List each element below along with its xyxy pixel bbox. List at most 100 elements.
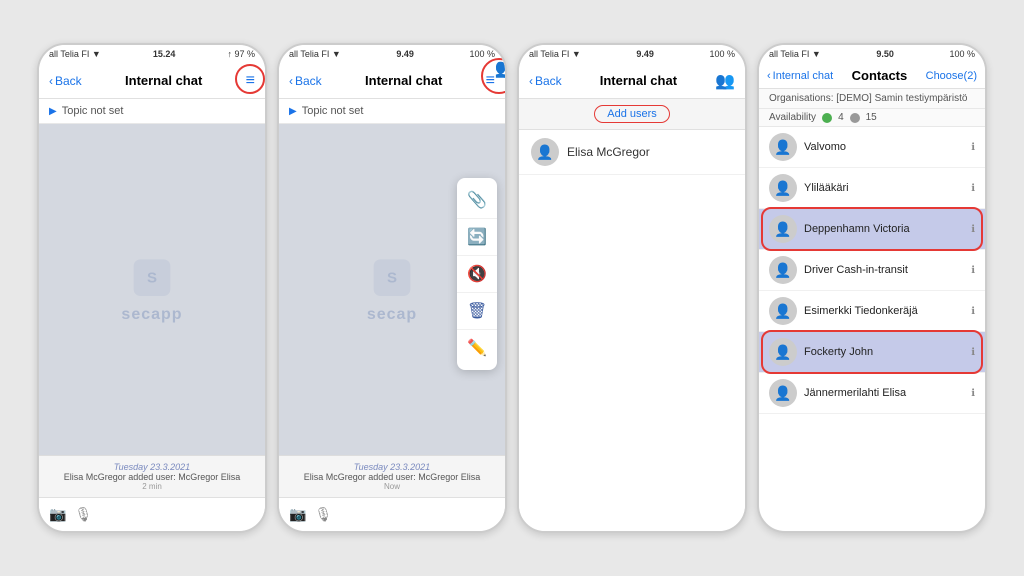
status-bar-4: all Telia FI ▼ 9.50 100 % (759, 45, 985, 63)
chevron-left-icon-1: ‹ (49, 74, 53, 88)
attachment-icon[interactable]: 📎 (457, 182, 497, 219)
secapp-text-1: secapp (121, 306, 182, 324)
topic-bar-1: ▶ Topic not set (39, 99, 265, 124)
refresh-icon[interactable]: 🔄 (457, 219, 497, 256)
group-icon-3[interactable]: 👥 (715, 71, 735, 91)
date-1: Tuesday 23.3.2021 (49, 462, 255, 472)
input-bar-1: 📷 🎙 (39, 497, 265, 531)
contact-fockerty[interactable]: 👤 Fockerty John ℹ (759, 332, 985, 373)
contact-name-driver: Driver Cash-in-transit (804, 264, 908, 276)
avatar-elisa: 👤 (531, 138, 559, 166)
nav-bar-3: ‹ Back Internal chat 👥 (519, 63, 745, 99)
contact-deppenhamn[interactable]: 👤 Deppenhamn Victoria ℹ (759, 209, 985, 250)
status-left-2: all Telia FI ▼ (289, 49, 341, 59)
avatar-esimerkki: 👤 (769, 297, 797, 325)
date-2: Tuesday 23.3.2021 (289, 462, 495, 472)
nav-bar-2: ‹ Back Internal chat ≡ 👥 (279, 63, 505, 99)
status-center-3: 9.49 (636, 49, 654, 59)
topic-arrow-2: ▶ (289, 106, 297, 117)
status-left-1: all Telia FI ▼ (49, 49, 101, 59)
status-bar-3: all Telia FI ▼ 9.49 100 % (519, 45, 745, 63)
info-icon-fockerty: ℹ (971, 347, 975, 358)
add-users-button-3[interactable]: Add users (594, 105, 670, 123)
status-center-1: 15.24 (153, 49, 176, 59)
contact-name-deppenhamn: Deppenhamn Victoria (804, 223, 910, 235)
phone-screen-2: all Telia FI ▼ 9.49 100 % ‹ Back Interna… (277, 43, 507, 533)
status-left-4: all Telia FI ▼ (769, 49, 821, 59)
status-right-4: 100 % (949, 49, 975, 59)
green-count-4: 4 (838, 112, 844, 123)
user-msg-1: Elisa McGregor added user: McGregor Elis… (49, 472, 255, 482)
contact-name-esimerkki: Esimerkki Tiedonkeräjä (804, 305, 918, 317)
back-button-4[interactable]: ‹ Internal chat (767, 70, 833, 82)
avatar-jännermerilahti: 👤 (769, 379, 797, 407)
chat-footer-2: Tuesday 23.3.2021 Elisa McGregor added u… (279, 455, 505, 497)
avatar-fockerty: 👤 (769, 338, 797, 366)
chevron-left-icon-3: ‹ (529, 74, 533, 88)
mute-icon[interactable]: 🔇 (457, 256, 497, 293)
add-users-header-3: Add users (519, 99, 745, 130)
org-name-4: [DEMO] Samin testiympäristö (836, 93, 967, 104)
info-icon-jännermerilahti: ℹ (971, 388, 975, 399)
back-label-2: Back (295, 74, 322, 88)
nav-title-3: Internal chat (600, 73, 677, 88)
group-icon-2[interactable]: 👥 (495, 58, 507, 79)
mic-icon-1[interactable]: 🎙 (74, 506, 92, 523)
info-icon-ylilääkäri: ℹ (971, 183, 975, 194)
time-2: Now (289, 482, 495, 491)
contact-jännermerilahti[interactable]: 👤 Jännermerilahti Elisa ℹ (759, 373, 985, 414)
user-list-3: 👤 Elisa McGregor (519, 130, 745, 531)
back-label-3: Back (535, 74, 562, 88)
nav-title-1: Internal chat (125, 73, 202, 88)
chevron-left-icon-4: ‹ (767, 70, 771, 82)
time-1: 2 min (49, 482, 255, 491)
contact-esimerkki[interactable]: 👤 Esimerkki Tiedonkeräjä ℹ (759, 291, 985, 332)
user-msg-2: Elisa McGregor added user: McGregor Elis… (289, 472, 495, 482)
nav-bar-1: ‹ Back Internal chat ≡ (39, 63, 265, 99)
dropdown-menu-2: 📎 🔄 🔇 🗑 ✏️ (457, 178, 497, 370)
secapp-logo-2: S secap (367, 256, 417, 324)
chevron-left-icon-2: ‹ (289, 74, 293, 88)
contact-ylilääkäri[interactable]: 👤 Ylilääkäri ℹ (759, 168, 985, 209)
contact-name-jännermerilahti: Jännermerilahti Elisa (804, 387, 906, 399)
camera-icon-2[interactable]: 📷 (289, 506, 306, 523)
back-button-1[interactable]: ‹ Back (49, 74, 82, 88)
back-button-3[interactable]: ‹ Back (529, 74, 562, 88)
choose-button-4[interactable]: Choose(2) (926, 70, 977, 82)
camera-icon-1[interactable]: 📷 (49, 506, 66, 523)
app-container: all Telia FI ▼ 15.24 ↑ 97 % ‹ Back Inter… (0, 0, 1024, 576)
hamburger-icon-1[interactable]: ≡ (246, 72, 255, 90)
chat-footer-1: Tuesday 23.3.2021 Elisa McGregor added u… (39, 455, 265, 497)
status-center-4: 9.50 (876, 49, 894, 59)
avatar-ylilääkäri: 👤 (769, 174, 797, 202)
back-label-1: Back (55, 74, 82, 88)
grey-count-4: 15 (866, 112, 877, 123)
contacts-list-4: 👤 Valvomo ℹ 👤 Ylilääkäri ℹ 👤 Deppenhamn … (759, 127, 985, 531)
org-bar-4: Organisations: [DEMO] Samin testiympäris… (759, 89, 985, 109)
back-label-4: Internal chat (773, 70, 834, 82)
chat-body-2: S secap 📎 🔄 🔇 🗑 ✏️ (279, 124, 505, 455)
delete-icon[interactable]: 🗑 (457, 293, 497, 330)
phone-screen-1: all Telia FI ▼ 15.24 ↑ 97 % ‹ Back Inter… (37, 43, 267, 533)
status-center-2: 9.49 (396, 49, 414, 59)
contact-driver[interactable]: 👤 Driver Cash-in-transit ℹ (759, 250, 985, 291)
status-right-3: 100 % (709, 49, 735, 59)
status-left-3: all Telia FI ▼ (529, 49, 581, 59)
back-button-2[interactable]: ‹ Back (289, 74, 322, 88)
svg-text:S: S (387, 269, 397, 286)
topic-label-2: Topic not set (302, 105, 364, 117)
mic-icon-2[interactable]: 🎙 (314, 506, 332, 523)
chat-body-1: S secapp (39, 124, 265, 455)
contacts-nav-4: ‹ Internal chat Contacts Choose(2) (759, 63, 985, 89)
info-icon-deppenhamn: ℹ (971, 224, 975, 235)
svg-text:S: S (147, 269, 157, 286)
menu-icon-2[interactable]: ≡ 👥 (486, 72, 495, 90)
contact-name-valvomo: Valvomo (804, 141, 846, 153)
status-bar-1: all Telia FI ▼ 15.24 ↑ 97 % (39, 45, 265, 63)
secapp-logo-1: S secapp (121, 256, 182, 324)
edit-icon[interactable]: ✏️ (457, 330, 497, 366)
contact-valvomo[interactable]: 👤 Valvomo ℹ (759, 127, 985, 168)
list-item-elisa[interactable]: 👤 Elisa McGregor (519, 130, 745, 175)
contact-name-ylilääkäri: Ylilääkäri (804, 182, 849, 194)
status-right-2: 100 % (469, 49, 495, 59)
